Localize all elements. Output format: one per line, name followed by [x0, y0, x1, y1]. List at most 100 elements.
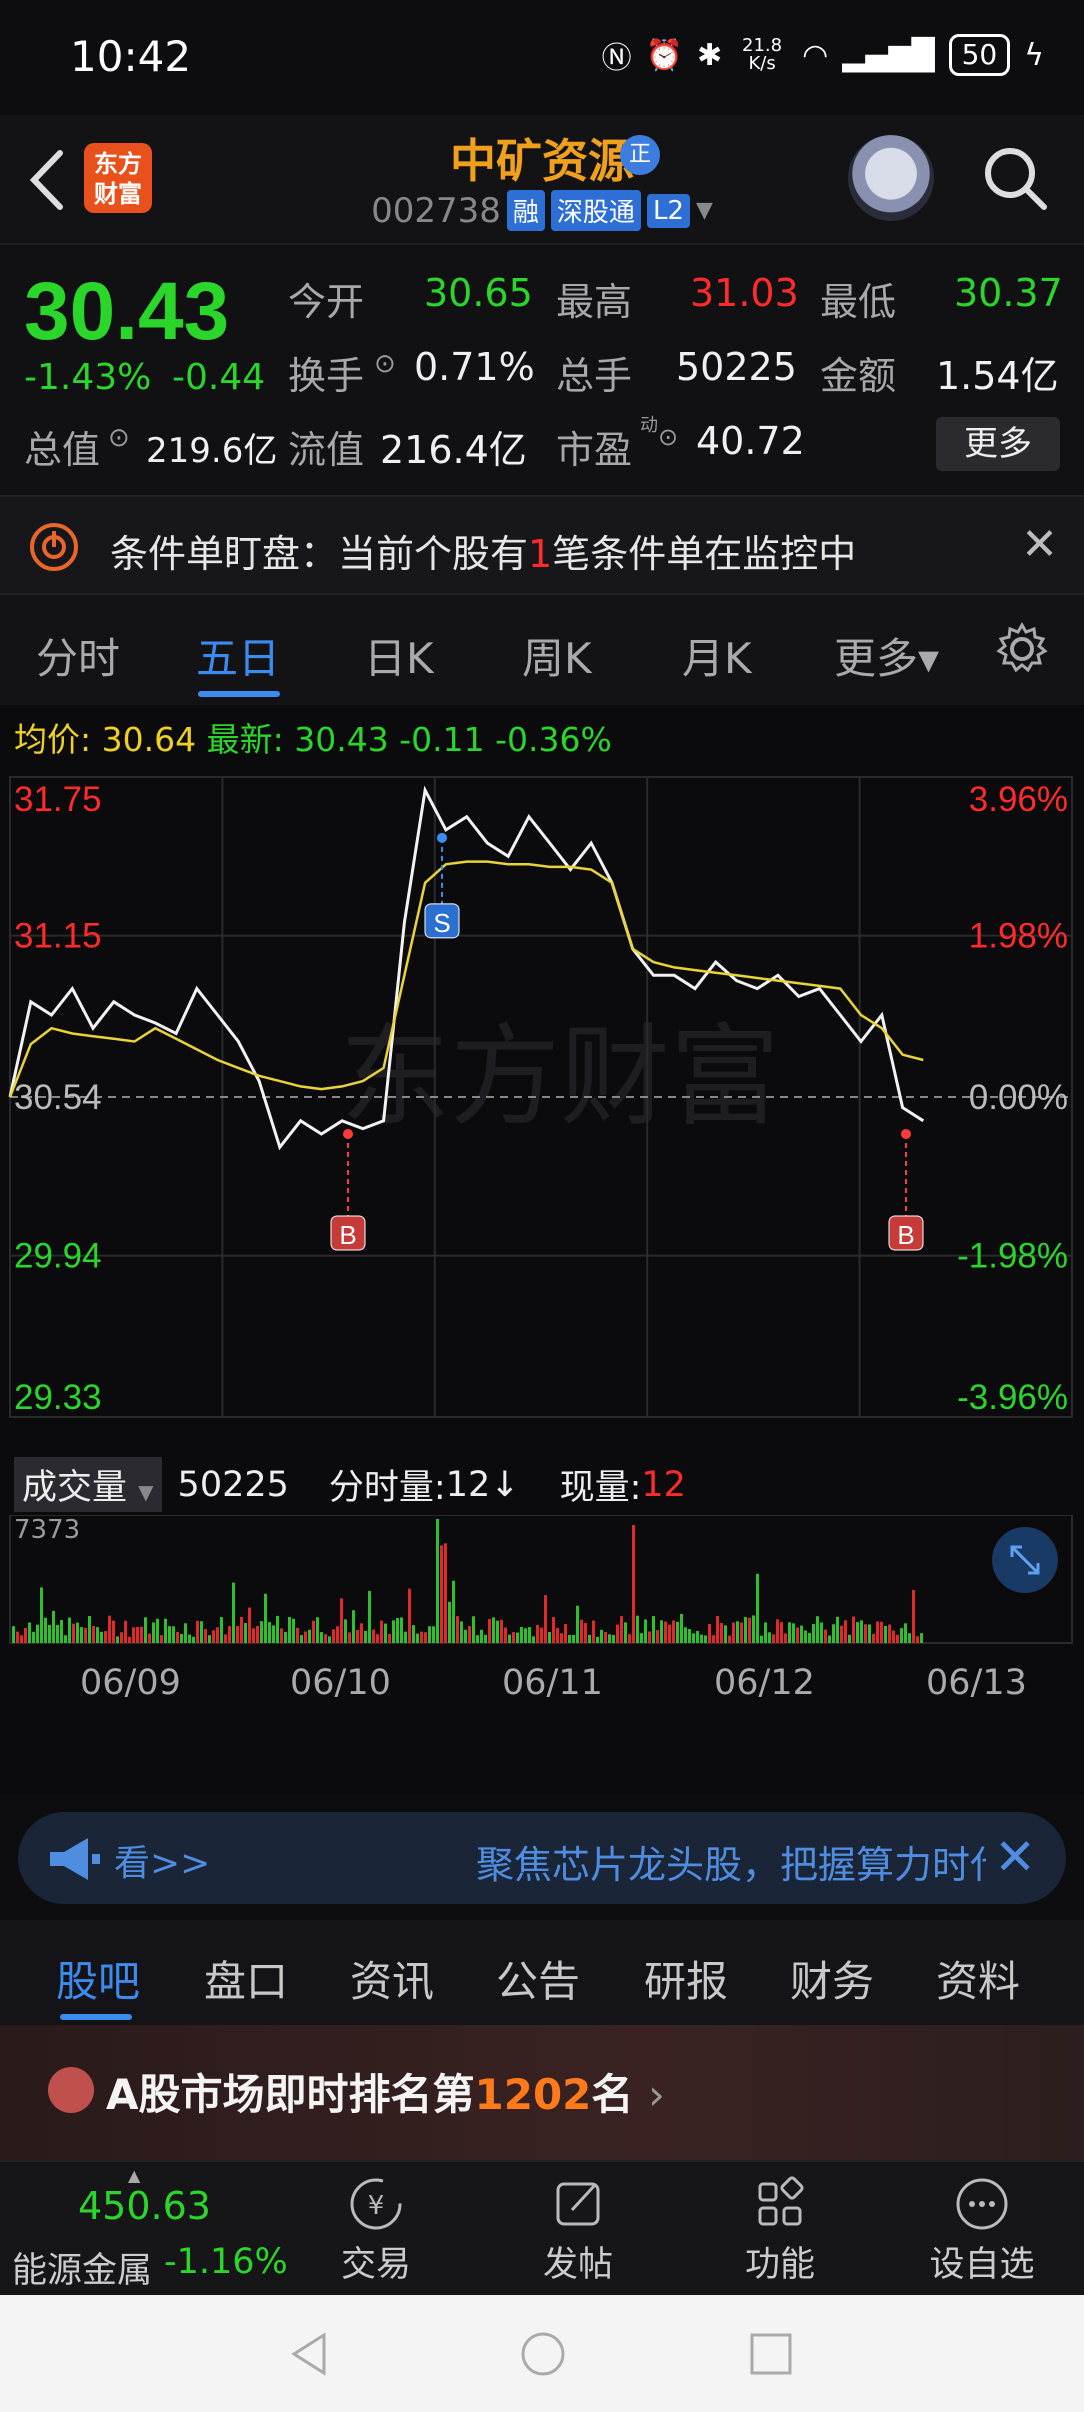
chevron-down-icon: ▼: [138, 1480, 154, 1504]
chart-header: 均价: 30.64 最新: 30.43 -0.11 -0.36%: [14, 720, 612, 759]
gear-icon[interactable]: [992, 619, 1052, 679]
volume-bar: [404, 1631, 407, 1643]
volume-bar: [844, 1620, 847, 1643]
volume-bar: [172, 1626, 175, 1643]
volume-bar: [336, 1626, 339, 1643]
five-day-chart[interactable]: 均价: 30.64 最新: 30.43 -0.11 -0.36% 东方财富 31…: [0, 705, 1084, 1795]
volume-bar: [768, 1632, 771, 1643]
volume-bar: [504, 1627, 507, 1643]
close-icon[interactable]: ✕: [1021, 519, 1058, 570]
low-label: 最低: [820, 280, 897, 324]
volume-label: 总手: [556, 354, 633, 398]
volume-bar: [288, 1617, 291, 1643]
chevron-down-icon[interactable]: ▼: [696, 198, 713, 223]
volume-bar: [160, 1635, 163, 1643]
amount-label: 金额: [820, 354, 897, 398]
volume-bar: [516, 1632, 519, 1643]
volume-bar: [752, 1615, 755, 1643]
volume-bar: [536, 1624, 539, 1643]
volume-bar: [868, 1624, 871, 1643]
tab-five-day[interactable]: 五日: [196, 625, 280, 686]
search-icon[interactable]: [980, 143, 1050, 213]
close-icon[interactable]: ✕: [994, 1828, 1036, 1886]
megaphone-icon: [50, 1838, 100, 1880]
y-tick-label: 30.54: [14, 1078, 102, 1117]
tick-volume: 12↓: [445, 1464, 520, 1505]
volume-bar: [204, 1629, 207, 1643]
volume-bar: [696, 1630, 699, 1643]
tab-intraday[interactable]: 分时: [36, 625, 120, 686]
system-back-icon[interactable]: [284, 2329, 334, 2379]
volume-bar: [96, 1627, 99, 1643]
volume-bar: [756, 1573, 759, 1643]
volume-bar: [280, 1628, 283, 1643]
nav-post[interactable]: 发帖: [478, 2162, 678, 2297]
volume-bar: [480, 1629, 483, 1643]
promo-banner[interactable]: 看>> 聚焦芯片龙头股，把握算力时代 ✕: [18, 1812, 1066, 1904]
volume-bar: [400, 1617, 403, 1643]
avg-price: 30.64: [101, 720, 197, 759]
volume-bar: [12, 1626, 15, 1643]
more-button[interactable]: 更多: [936, 417, 1060, 471]
sector-index[interactable]: ▲ 450.63 能源金属 -1.16%: [0, 2162, 290, 2297]
tab-guba[interactable]: 股吧: [56, 1948, 140, 2009]
tab-weekly-k[interactable]: 周K: [522, 625, 592, 686]
volume-bar: [332, 1629, 335, 1643]
volume-bar: [916, 1636, 919, 1643]
last-price: 30.43: [24, 266, 230, 357]
system-recents-icon[interactable]: [748, 2331, 794, 2377]
tab-announcements[interactable]: 公告: [496, 1948, 580, 2009]
nav-functions[interactable]: 功能: [680, 2162, 880, 2297]
market-rank-card[interactable]: A股市场即时排名第1202名 ›: [0, 2025, 1084, 2160]
alert-count: 1: [528, 532, 553, 576]
volume-bar: [836, 1616, 839, 1643]
assistant-avatar[interactable]: [848, 135, 934, 221]
chart-period-tabs: 分时 五日 日K 周K 月K 更多▾: [0, 595, 1084, 705]
volume-bar: [476, 1635, 479, 1643]
pe-dynamic-sup: 动: [640, 415, 658, 436]
nav-trade[interactable]: ¥ 交易: [276, 2162, 476, 2297]
volume-bar: [712, 1635, 715, 1643]
sector-index-value: 450.63: [78, 2184, 211, 2228]
wifi-icon: ◠: [802, 37, 829, 73]
volume-bar: [748, 1617, 751, 1643]
nav-add-watchlist[interactable]: 设自选: [882, 2162, 1082, 2297]
tab-daily-k[interactable]: 日K: [364, 625, 434, 686]
volume-bar: [196, 1620, 199, 1643]
system-home-icon[interactable]: [518, 2329, 568, 2379]
volume-bar: [528, 1627, 531, 1643]
tab-more[interactable]: 更多▾: [834, 625, 939, 686]
volume-bar: [716, 1616, 719, 1643]
condition-order-alert[interactable]: 条件单盯盘：当前个股有1笔条件单在监控中 ✕: [0, 495, 1084, 595]
volume-bar: [84, 1627, 87, 1643]
volume-bar: [348, 1632, 351, 1643]
tab-profile[interactable]: 资料: [936, 1948, 1020, 2009]
volume-bar: [364, 1630, 367, 1643]
tab-pankou[interactable]: 盘口: [204, 1948, 288, 2009]
volume-bar: [456, 1616, 459, 1643]
info-icon[interactable]: ⊙: [658, 423, 678, 451]
tab-monthly-k[interactable]: 月K: [682, 625, 752, 686]
expand-icon[interactable]: [990, 1525, 1060, 1595]
info-icon[interactable]: ⊙: [374, 349, 396, 379]
volume-bar: [112, 1620, 115, 1643]
info-icon[interactable]: ⊙: [108, 423, 130, 453]
volume-bar: [60, 1619, 63, 1643]
volume-bar: [728, 1635, 731, 1643]
date-label: 06/12: [714, 1663, 815, 1703]
volume-bar: [664, 1621, 667, 1643]
volume-bar: [604, 1632, 607, 1643]
volume-select[interactable]: 成交量 ▼: [14, 1457, 162, 1512]
volume-bar: [496, 1620, 499, 1643]
high-label: 最高: [556, 280, 633, 324]
tab-research[interactable]: 研报: [644, 1948, 728, 2009]
active-subtab-indicator: [60, 2014, 132, 2020]
volume-bar: [356, 1629, 359, 1643]
volume-bar: [72, 1623, 75, 1643]
turnover-value: 0.71%: [414, 345, 535, 389]
volume-bar: [672, 1620, 675, 1643]
tab-finance[interactable]: 财务: [790, 1948, 874, 2009]
volume-bar: [464, 1629, 467, 1643]
tab-news[interactable]: 资讯: [350, 1948, 434, 2009]
target-icon: [30, 523, 78, 571]
